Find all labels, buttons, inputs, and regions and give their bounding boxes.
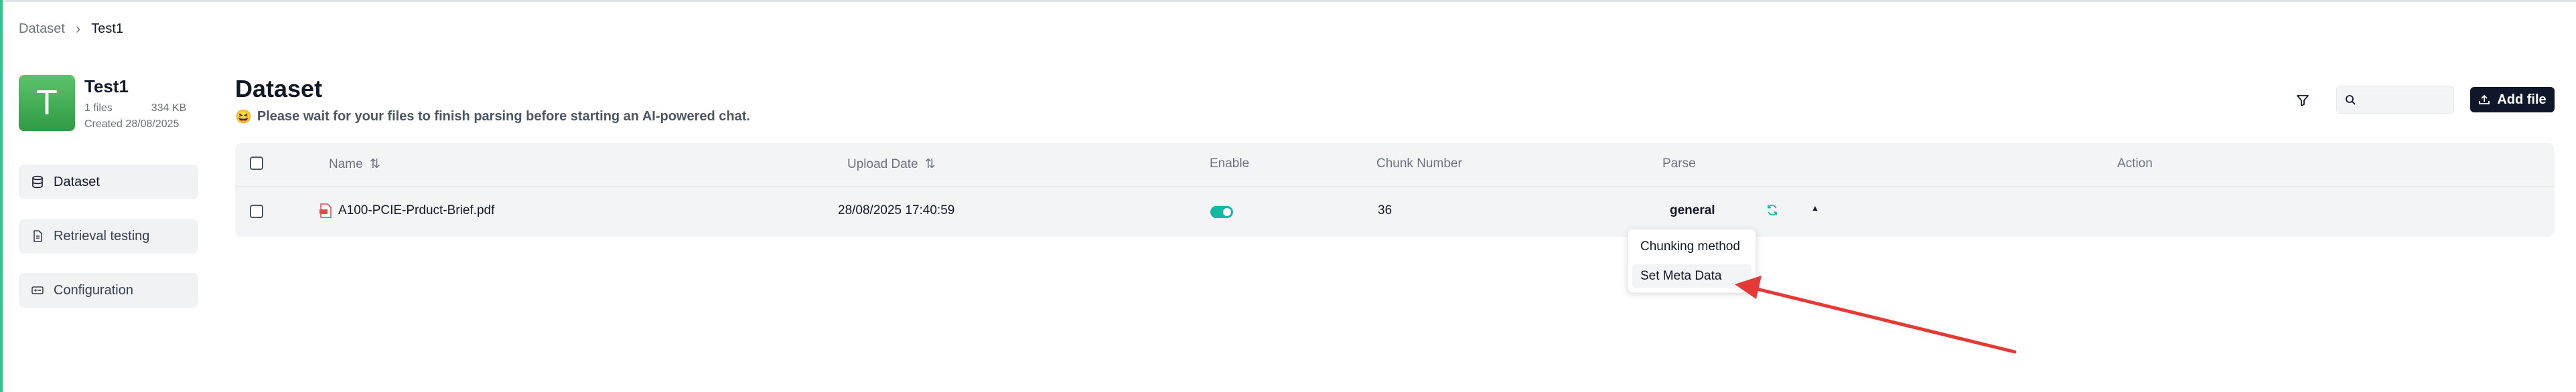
pdf-file-icon (319, 203, 332, 218)
database-icon (32, 175, 43, 189)
menu-item-chunking-method[interactable]: Chunking method (1632, 235, 1751, 259)
notice-text: Please wait for your files to finish par… (257, 109, 750, 124)
breadcrumb-parent[interactable]: Dataset (19, 21, 65, 37)
dataset-name: Test1 (84, 76, 129, 96)
select-all-checkbox[interactable] (250, 157, 263, 170)
search-input[interactable] (2361, 92, 2451, 108)
sort-icon[interactable]: ⇅ (925, 157, 936, 172)
enable-toggle[interactable] (1210, 206, 1233, 218)
parse-options-menu: Chunking method Set Meta Data (1628, 229, 1756, 293)
upload-icon (2479, 94, 2490, 104)
chunk-number-cell: 36 (1378, 203, 1392, 217)
avatar: T (19, 75, 75, 131)
table-header: Name ⇅ Upload Date ⇅ Enable Chunk Number… (235, 143, 2555, 187)
dataset-info-card: T Test1 1 files 334 KB Created 28/08/202… (19, 75, 186, 131)
add-file-button[interactable]: Add file (2470, 87, 2555, 112)
sidebar-item-retrieval-testing[interactable]: Retrieval testing (19, 219, 198, 254)
left-accent-border (0, 0, 3, 392)
dataset-size: 334 KB (151, 102, 187, 114)
file-name-cell[interactable]: A100-PCIE-Prduct-Brief.pdf (319, 203, 494, 218)
sidebar-item-configuration[interactable]: Configuration (19, 273, 198, 308)
dropdown-caret-icon[interactable]: ▲ (1811, 203, 1819, 213)
breadcrumb: Dataset › Test1 (19, 20, 123, 37)
parse-status (1766, 203, 1779, 217)
filter-icon (2297, 95, 2309, 106)
parse-method-cell[interactable]: general (1670, 203, 1715, 218)
column-header-chunk-number: Chunk Number (1376, 157, 1462, 171)
sort-icon[interactable]: ⇅ (370, 157, 380, 172)
sidebar-item-label: Retrieval testing (54, 228, 150, 243)
table-row[interactable]: A100-PCIE-Prduct-Brief.pdf 28/08/2025 17… (235, 186, 2555, 237)
column-header-action: Action (2117, 157, 2153, 171)
sidebar-item-dataset[interactable]: Dataset (19, 165, 198, 199)
sidebar-item-label: Dataset (54, 174, 100, 189)
created-date: Created 28/08/2025 (84, 118, 180, 130)
top-border (0, 0, 2576, 2)
file-count: 1 files (84, 102, 113, 114)
column-header-upload-date[interactable]: Upload Date ⇅ (847, 157, 936, 172)
config-icon (31, 286, 44, 294)
breadcrumb-current: Test1 (91, 21, 124, 36)
search-icon (2346, 95, 2356, 105)
enable-cell (1210, 206, 1233, 218)
column-header-parse: Parse (1662, 157, 1696, 171)
document-icon (33, 230, 42, 242)
page-title: Dataset (235, 75, 323, 102)
chevron-right-icon: › (75, 20, 81, 37)
add-file-label: Add file (2497, 92, 2547, 107)
filter-button[interactable] (2291, 88, 2315, 112)
sidebar-item-label: Configuration (54, 282, 133, 298)
parsing-notice: 😆 Please wait for your files to finish p… (235, 108, 750, 125)
upload-date-cell: 28/08/2025 17:40:59 (838, 203, 955, 217)
menu-item-set-meta-data[interactable]: Set Meta Data (1632, 264, 1751, 288)
column-header-name[interactable]: Name ⇅ (329, 157, 380, 172)
refresh-icon[interactable] (1766, 203, 1779, 217)
file-name: A100-PCIE-Prduct-Brief.pdf (338, 203, 495, 217)
row-checkbox[interactable] (250, 205, 263, 218)
emoji-icon: 😆 (235, 110, 252, 124)
documents-table: Name ⇅ Upload Date ⇅ Enable Chunk Number… (235, 143, 2555, 237)
search-box[interactable] (2336, 86, 2454, 114)
column-header-enable: Enable (1210, 157, 1250, 171)
